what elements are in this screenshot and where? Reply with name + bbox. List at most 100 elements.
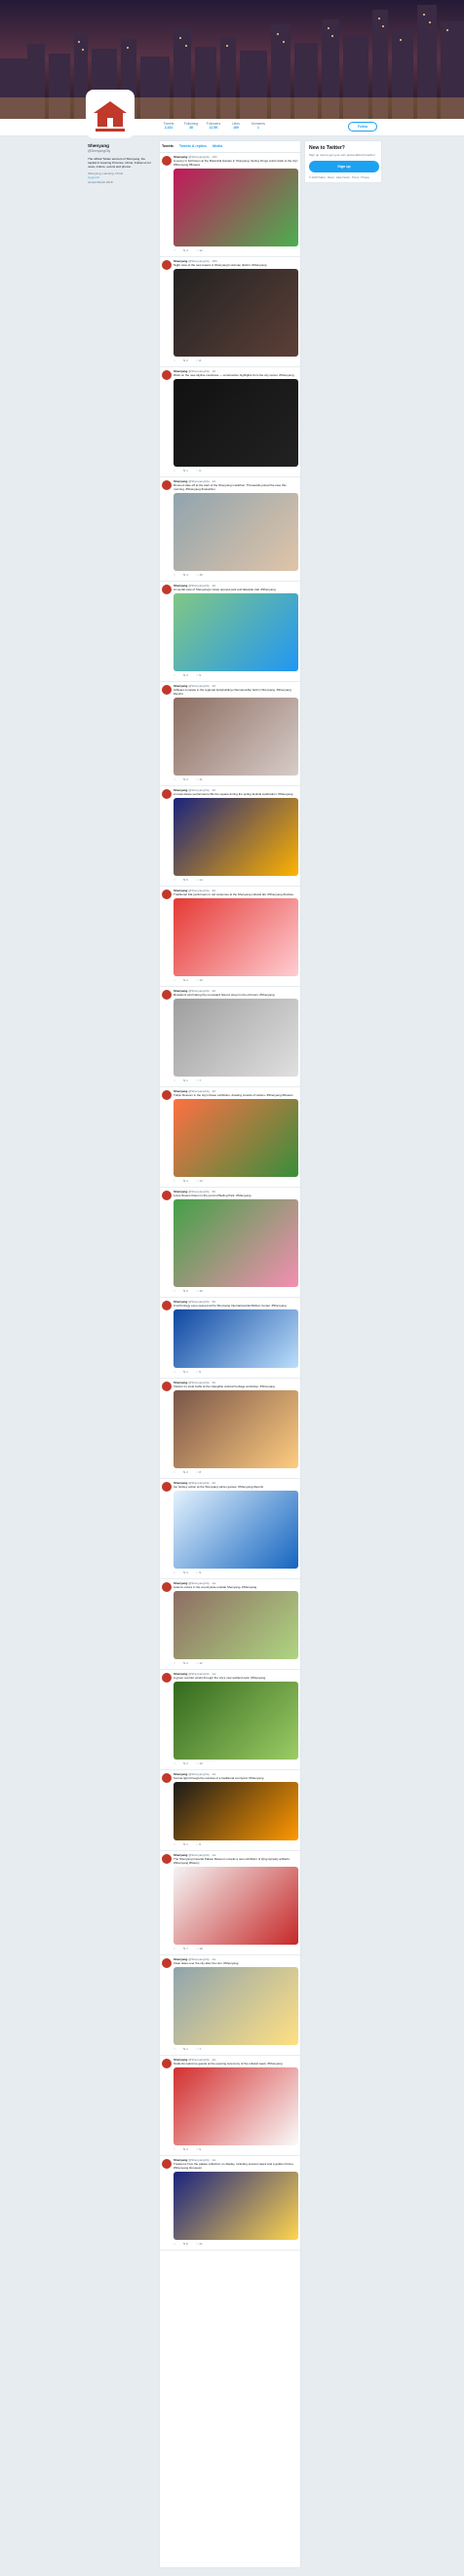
tweet[interactable]: Shenyang @ShenyangCity · 4d Residents str… [160,987,300,1087]
tab-tweets[interactable]: Tweets [162,144,174,148]
tweet[interactable]: Shenyang @ShenyangCity · 1d Work on the n… [160,367,300,477]
retweet-icon[interactable]: ⇅ 4 [183,573,188,579]
tweet-avatar[interactable] [162,1482,172,1492]
like-icon[interactable]: ♡ 9 [196,673,201,679]
tweet[interactable]: Shenyang @ShenyangCity · 20h Night view o… [160,257,300,367]
tweet-avatar[interactable] [162,1673,172,1683]
reply-icon[interactable]: ○ [174,2147,175,2153]
retweet-icon[interactable]: ⇅ 2 [183,1470,188,1476]
tweet[interactable]: Shenyang @ShenyangCity · 5d A technology … [160,1298,300,1379]
reply-icon[interactable]: ○ [174,1370,175,1376]
retweet-icon[interactable]: ⇅ 7 [183,1947,188,1952]
like-icon[interactable]: ♡ 7 [196,2047,201,2053]
reply-icon[interactable]: ○ [174,978,175,984]
tweet[interactable]: Shenyang @ShenyangCity · 1d Runners take … [160,477,300,582]
reply-icon[interactable]: ○ [174,573,175,579]
like-icon[interactable]: ♡ 13 [196,1179,203,1185]
like-icon[interactable]: ♡ 5 [196,1370,201,1376]
retweet-icon[interactable]: ⇅ 2 [183,1762,188,1767]
retweet-icon[interactable]: ⇅ 2 [183,673,188,679]
tweet-avatar[interactable] [162,1301,172,1310]
tweet-photo[interactable] [174,593,298,671]
tweet-avatar[interactable] [162,1582,172,1592]
nav-following[interactable]: Following 38 [181,122,201,133]
reply-icon[interactable]: ○ [174,1179,175,1185]
tweet-avatar[interactable] [162,260,172,270]
tweet-avatar[interactable] [162,156,172,166]
tweet-photo[interactable] [174,2172,298,2240]
tweet-photo[interactable] [174,1967,298,2045]
like-icon[interactable]: ♡ 7 [196,1079,201,1084]
like-icon[interactable]: ♡ 6 [196,469,201,474]
tweet-avatar[interactable] [162,1773,172,1783]
reply-icon[interactable]: ○ [174,1470,175,1476]
tweet[interactable]: Shenyang @ShenyangCity · 2d An aerial vie… [160,582,300,682]
reply-icon[interactable]: ○ [174,1762,175,1767]
tab-replies[interactable]: Tweets & replies [179,144,207,148]
tweet-photo[interactable] [174,1782,298,1840]
retweet-icon[interactable]: ⇅ 2 [183,978,188,984]
reply-icon[interactable]: ○ [174,1079,175,1084]
like-icon[interactable]: ♡ 14 [196,878,203,884]
reply-icon[interactable]: ○ [174,1661,175,1667]
reply-icon[interactable]: ○ [174,469,175,474]
tweet-avatar[interactable] [162,685,172,695]
tweet-photo[interactable] [174,1682,298,1760]
tweet-photo[interactable] [174,698,298,776]
nav-tweets[interactable]: Tweets 2,431 [159,122,178,133]
tweet-photo[interactable] [174,493,298,571]
tweet[interactable]: Shenyang @ShenyangCity · 5d Lotus flowers… [160,1188,300,1298]
retweet-icon[interactable]: ⇅ 4 [183,1179,188,1185]
tweet[interactable]: Shenyang @ShenyangCity · 2d Athletes comp… [160,682,300,786]
like-icon[interactable]: ♡ 15 [196,573,203,579]
profile-avatar[interactable] [86,90,135,138]
tweet[interactable]: Shenyang @ShenyangCity · 6d Ice hockey ac… [160,1479,300,1579]
like-icon[interactable]: ♡ 10 [196,978,203,984]
signup-button[interactable]: Sign up [309,161,379,172]
tweet-photo[interactable] [174,1099,298,1177]
like-icon[interactable]: ♡ 18 [196,1947,203,1952]
follow-button[interactable]: Follow [348,122,377,132]
tweet[interactable]: Shenyang @ShenyangCity · 2w Clear skies o… [160,1955,300,2056]
tweet-photo[interactable] [174,269,298,357]
tweet[interactable]: Shenyang @ShenyangCity · 4d Tulips blosso… [160,1087,300,1188]
tweet-avatar[interactable] [162,2159,172,2169]
tweet[interactable]: Shenyang @ShenyangCity · 6d Visitors try … [160,1379,300,1479]
tweet-avatar[interactable] [162,585,172,594]
tweet-photo[interactable] [174,379,298,467]
tweet-photo[interactable] [174,1491,298,1569]
tweet-avatar[interactable] [162,2059,172,2068]
tweet-avatar[interactable] [162,1382,172,1391]
retweet-icon[interactable]: ⇅ 1 [183,469,188,474]
retweet-icon[interactable]: ⇅ 3 [183,248,188,254]
reply-icon[interactable]: ○ [174,359,175,364]
tweet-photo[interactable] [174,1591,298,1659]
tweet-photo[interactable] [174,798,298,876]
nav-followers[interactable]: Followers 12.5K [204,122,223,133]
tweet[interactable]: Shenyang @ShenyangCity · 3d A mass dance … [160,786,300,887]
like-icon[interactable]: ♡ 6 [196,1842,201,1848]
reply-icon[interactable]: ○ [174,248,175,254]
tab-media[interactable]: Media [213,144,222,148]
nav-moments[interactable]: Moments 1 [249,122,268,133]
retweet-icon[interactable]: ⇅ 3 [183,777,188,783]
reply-icon[interactable]: ○ [174,878,175,884]
tweet-avatar[interactable] [162,990,172,1000]
reply-icon[interactable]: ○ [174,1947,175,1952]
like-icon[interactable]: ♡ 11 [196,777,203,783]
tweet-avatar[interactable] [162,370,172,380]
tweet[interactable]: Shenyang @ShenyangCity · 1w Sunset light … [160,1770,300,1851]
reply-icon[interactable]: ○ [174,673,175,679]
tweet[interactable]: Shenyang @ShenyangCity · 1w The Shenyang … [160,1851,300,1955]
retweet-icon[interactable]: ⇅ 1 [183,1842,188,1848]
tweet-avatar[interactable] [162,1191,172,1200]
tweet-avatar[interactable] [162,1854,172,1864]
retweet-icon[interactable]: ⇅ 2 [183,359,188,364]
like-icon[interactable]: ♡ 10 [196,1762,203,1767]
tweet-photo[interactable] [174,2067,298,2145]
tweet-photo[interactable] [174,1309,298,1368]
tweet[interactable]: Shenyang @ShenyangCity · 1w A green corri… [160,1670,300,1770]
tweet-avatar[interactable] [162,1958,172,1968]
reply-icon[interactable]: ○ [174,1842,175,1848]
tweet[interactable]: Shenyang @ShenyangCity · 2w Students welc… [160,2056,300,2156]
